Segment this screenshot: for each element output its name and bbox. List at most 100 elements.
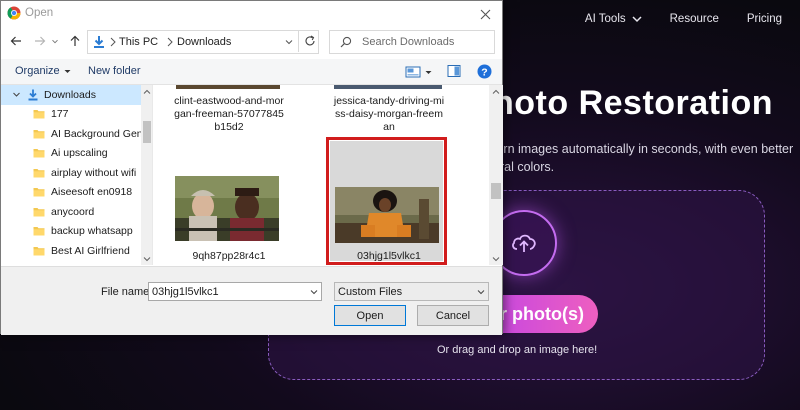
sidebar-item-anycoord[interactable]: anycoord [1,202,141,222]
sidebar-item-downloads[interactable]: Downloads [1,85,141,105]
help-icon[interactable]: ? [477,64,492,79]
arrow-right-icon [35,36,46,46]
chevron-down-icon[interactable] [310,288,318,296]
dialog-titlebar[interactable]: Open [1,1,502,27]
hero-title: hoto Restoration [493,84,773,122]
arrow-left-icon [10,36,21,46]
chevron-down-icon[interactable] [477,288,485,296]
chevron-right-icon [167,37,173,47]
navigation-pane: Downloads 177 AI Background Generator Ai… [1,85,153,265]
sidebar-item-177[interactable]: 177 [1,105,141,125]
address-bar[interactable]: This PC Downloads [87,30,319,54]
sidebar-item-airplay-without-wifi[interactable]: airplay without wifi [1,163,141,183]
folder-icon [33,129,45,139]
refresh-button[interactable] [298,30,320,52]
sidebar-item-label: Best AI Girlfriend [51,244,130,257]
up-button[interactable] [67,33,83,49]
file-thumbnail-9qh87pp28r4c1[interactable] [175,176,279,241]
nav-resource[interactable]: Resource [670,13,719,25]
file-name-input[interactable] [148,282,322,301]
recent-locations-button[interactable] [50,33,60,49]
sidebar-item-ai-background-generator[interactable]: AI Background Generator [1,124,141,144]
back-button[interactable] [8,33,24,49]
preview-pane-icon[interactable] [447,64,461,78]
sidebar-item-best-ai-girlfriend[interactable]: Best AI Girlfriend [1,241,141,261]
dialog-bottom-bar: File name: Custom Files Open Cancel [1,266,502,335]
cloud-upload-icon [512,234,536,252]
file-name-line: ss-daisy-morgan-freem [335,108,443,120]
view-icon [405,66,421,78]
refresh-icon [305,35,315,46]
folder-icon [33,207,45,217]
file-item-9qh87pp28r4c1[interactable]: 9qh87pp28r4c1 [167,250,291,263]
nav-pane-scrollbar[interactable] [141,85,152,265]
scroll-down-icon[interactable] [492,255,500,263]
sidebar-item-label: airplay without wifi [51,166,137,179]
scroll-down-icon[interactable] [143,255,151,263]
file-name-label: File name: [101,286,153,298]
open-file-dialog: Open This PC Downloads Search Downloads … [0,0,503,335]
chevron-down-icon [632,16,642,23]
file-name-line: an [383,121,395,133]
file-item-clint-eastwood[interactable]: clint-eastwood-and-mor gan-freeman-57077… [167,95,291,134]
download-folder-icon [94,36,104,48]
chevron-down-icon[interactable] [13,91,20,98]
chevron-down-icon[interactable] [284,37,294,47]
search-box[interactable] [329,30,495,54]
nav-resource-label: Resource [669,13,719,25]
folder-icon [33,188,45,197]
file-item-jessica-tandy[interactable]: jessica-tandy-driving-mi ss-daisy-morgan… [330,95,448,134]
sidebar-item-backup-whatsapp[interactable]: backup whatsapp [1,222,141,242]
file-type-select[interactable]: Custom Files [334,282,489,301]
chevron-right-icon [110,37,116,47]
site-nav: AI Tools Resource Pricing [585,0,800,38]
svg-text:?: ? [481,66,487,78]
file-list-scrollbar[interactable] [489,85,503,265]
forward-button[interactable] [32,33,48,49]
file-list-scroll-thumb[interactable] [491,183,501,199]
address-row: This PC Downloads [1,27,502,57]
sidebar-item-label: Downloads [44,88,96,101]
selected-file-highlight [326,137,447,265]
search-icon [340,36,352,48]
open-button[interactable]: Open [334,305,406,326]
file-name-line: 9qh87pp28r4c1 [192,250,266,262]
file-list-pane: clint-eastwood-and-mor gan-freeman-57077… [153,85,503,265]
folder-icon [33,110,45,119]
arrow-up-icon [70,35,80,46]
nav-pricing[interactable]: Pricing [747,13,782,25]
file-thumbnail[interactable] [334,85,442,89]
scroll-up-icon[interactable] [143,88,151,96]
new-folder-button[interactable]: New folder [88,65,141,77]
nav-ai-tools-label: AI Tools [584,13,626,25]
nav-pane-scroll-thumb[interactable] [143,121,151,143]
sidebar-item-label: anycoord [51,205,95,218]
search-input[interactable] [362,33,490,51]
close-icon [480,9,490,19]
breadcrumb-this-pc[interactable]: This PC [119,36,158,48]
close-button[interactable] [476,5,494,23]
download-folder-icon [28,89,38,101]
sidebar-item-label: Aiseesoft en0918 [51,186,133,199]
organize-label: Organize [15,65,60,77]
folder-icon [33,168,45,178]
sidebar-item-aiseesoft[interactable]: Aiseesoft en0918 [1,183,141,203]
chevron-down-icon [52,39,58,44]
change-view-button[interactable] [405,64,435,80]
folder-icon [33,246,45,256]
cancel-button[interactable]: Cancel [417,305,489,326]
folder-icon [33,149,45,158]
nav-ai-tools[interactable]: AI Tools [585,13,642,25]
folder-icon [33,227,45,236]
sidebar-item-label: backup whatsapp [51,225,133,238]
breadcrumb-downloads[interactable]: Downloads [177,36,231,48]
movie-still-image [175,176,279,241]
scroll-up-icon[interactable] [492,88,500,96]
file-thumbnail[interactable] [176,85,280,89]
sidebar-item-label: 177 [51,108,69,121]
organize-button[interactable]: Organize [15,65,71,77]
hero-subtitle: torn images automatically in seconds, wi… [493,142,794,174]
file-name-line: gan-freeman-57077845 [174,108,284,120]
sidebar-item-ai-upscaling[interactable]: Ai upscaling [1,144,141,164]
file-name-line: b15d2 [214,121,244,133]
